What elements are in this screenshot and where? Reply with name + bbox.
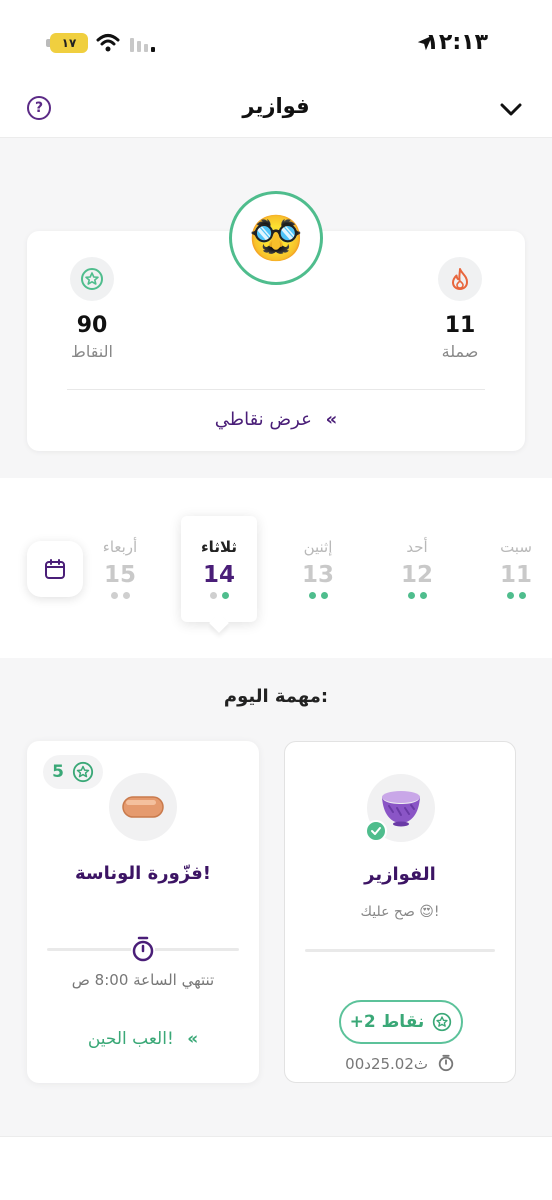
star-icon [70, 257, 114, 301]
view-points-link[interactable]: عرض نقاطي « [27, 409, 525, 430]
status-bar: ١٢:١٣ ١٧ [0, 0, 552, 82]
calendar-icon [45, 559, 65, 579]
day-dots [280, 592, 356, 599]
page-title: فوازير [242, 94, 310, 118]
points-earned-badge: +2 نقاط [339, 1000, 463, 1044]
points-stat: 90 النقاط [47, 257, 137, 361]
day-dots [82, 592, 158, 599]
reward-badge: 5 [43, 755, 103, 789]
dot [308, 592, 316, 599]
double-chevron-icon: « [325, 409, 338, 430]
day-wednesday[interactable]: أربعاء 15 [82, 538, 158, 599]
task-card-completed[interactable]: الفوازير صح عليك 😍! +2 نقاط ث25.02د00 [284, 741, 516, 1083]
reward-value: 5 [52, 762, 64, 782]
double-chevron-icon: « [187, 1029, 199, 1049]
check-icon [365, 820, 387, 842]
day-saturday[interactable]: سبت 11 [478, 538, 552, 599]
cellular-signal-icon [130, 38, 155, 52]
dot [518, 592, 526, 599]
divider [67, 389, 485, 390]
fire-icon [438, 257, 482, 301]
dot [419, 592, 427, 599]
star-icon [72, 761, 94, 783]
wifi-icon [96, 34, 120, 52]
location-arrow-icon [417, 35, 433, 51]
dot [122, 592, 130, 599]
day-dots [379, 592, 455, 599]
dot [110, 592, 118, 599]
streak-stat: 11 صملة [415, 257, 505, 361]
elapsed-time: ث25.02د00 [345, 1055, 429, 1073]
play-now-link[interactable]: العب الحين! « [27, 1029, 259, 1049]
view-points-label: عرض نقاطي [214, 409, 312, 430]
day-name: سبت [500, 538, 532, 556]
streak-value: 11 [444, 313, 476, 338]
battery-level: ١٧ [61, 36, 77, 50]
avatar[interactable]: 🥸 [229, 191, 323, 285]
day-sunday[interactable]: أحد 12 [379, 538, 455, 599]
day-number: 11 [499, 562, 532, 588]
streak-label: صملة [441, 342, 479, 361]
points-value: 90 [76, 313, 108, 338]
avatar-emoji: 🥸 [248, 213, 304, 264]
status-time: ١٢:١٣ [425, 30, 488, 55]
star-icon [433, 1012, 452, 1032]
day-dots [181, 592, 257, 599]
task-heading: مهمة اليوم: [223, 686, 329, 707]
task-subtitle: صح عليك 😍! [360, 904, 440, 920]
day-tuesday-selected[interactable]: ثلاثاء 14 [181, 516, 257, 622]
points-earned-label: +2 نقاط [349, 1012, 425, 1032]
dot [209, 592, 217, 599]
elapsed-timer: ث25.02د00 [285, 1054, 515, 1073]
dot [320, 592, 328, 599]
day-name: إثنين [303, 538, 333, 556]
stopwatch-icon [438, 1054, 454, 1072]
day-name: أربعاء [102, 538, 138, 556]
dot [506, 592, 514, 599]
day-dots [478, 592, 552, 599]
day-number: 15 [103, 562, 136, 588]
sausage-icon [109, 773, 177, 841]
day-name: ثلاثاء [201, 538, 237, 556]
day-number: 14 [202, 562, 235, 588]
dot [407, 592, 415, 599]
day-monday[interactable]: إثنين 13 [280, 538, 356, 599]
divider [305, 949, 495, 952]
day-number: 12 [400, 562, 433, 588]
task-title: الفوازير [364, 864, 436, 885]
calendar-button[interactable] [27, 541, 83, 597]
day-number: 13 [301, 562, 334, 588]
dot [221, 592, 229, 599]
days-strip: سبت 11 أحد 12 إثنين 13 ثلاثاء 14 أربعاء … [0, 478, 552, 658]
bottom-area [0, 1136, 552, 1200]
battery-indicator: ١٧ [50, 33, 88, 53]
stopwatch-icon [131, 936, 155, 962]
task-title: فزّورة الوناسة! [75, 863, 211, 884]
task-card-pending[interactable]: 5 فزّورة الوناسة! تنتهي الساعة 8:00 ص ال… [27, 741, 259, 1083]
app-header: ? فوازير [0, 82, 552, 138]
points-label: النقاط [71, 342, 113, 361]
ends-at-label: تنتهي الساعة 8:00 ص [71, 971, 215, 989]
day-name: أحد [406, 538, 428, 556]
chevron-down-icon[interactable] [498, 96, 524, 122]
play-now-label: العب الحين! [87, 1029, 174, 1049]
